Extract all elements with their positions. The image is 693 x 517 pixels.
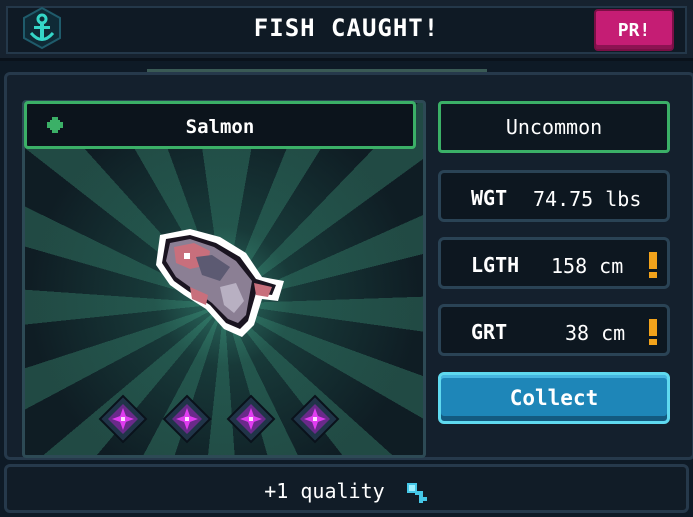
quality-footer-line: +1 quality bbox=[7, 479, 686, 505]
weight-stat: WGT 74.75 lbs bbox=[438, 170, 670, 222]
quality-footer: +1 quality bbox=[4, 464, 689, 513]
girth-stat: GRT 38 cm bbox=[438, 304, 670, 356]
length-label: LGTH bbox=[471, 253, 520, 277]
gem-icon bbox=[226, 394, 276, 444]
warning-icon bbox=[649, 252, 657, 278]
page-title: FISH CAUGHT! bbox=[253, 14, 440, 42]
quality-key-icon bbox=[406, 482, 427, 503]
salmon-fish-icon bbox=[156, 229, 284, 337]
header-bar: FISH CAUGHT! PR! bbox=[0, 0, 693, 61]
girth-value: 38 cm bbox=[565, 321, 626, 345]
weight-value: 74.75 lbs bbox=[533, 187, 642, 211]
girth-label: GRT bbox=[471, 320, 508, 344]
fish-name-bar: Salmon bbox=[24, 101, 416, 149]
gem-icon bbox=[162, 394, 212, 444]
collect-button[interactable]: Collect bbox=[438, 372, 670, 424]
warning-icon bbox=[649, 319, 657, 345]
length-value: 158 cm bbox=[551, 254, 624, 278]
gem-icon bbox=[98, 394, 148, 444]
quality-text: +1 quality bbox=[264, 479, 385, 503]
gem-icon bbox=[290, 394, 340, 444]
length-stat: LGTH 158 cm bbox=[438, 237, 670, 289]
quality-gems bbox=[98, 394, 348, 444]
weight-label: WGT bbox=[471, 186, 508, 210]
rarity-label: Uncommon bbox=[438, 101, 670, 153]
pr-badge-button[interactable]: PR! bbox=[594, 9, 674, 51]
fish-name: Salmon bbox=[185, 116, 255, 138]
